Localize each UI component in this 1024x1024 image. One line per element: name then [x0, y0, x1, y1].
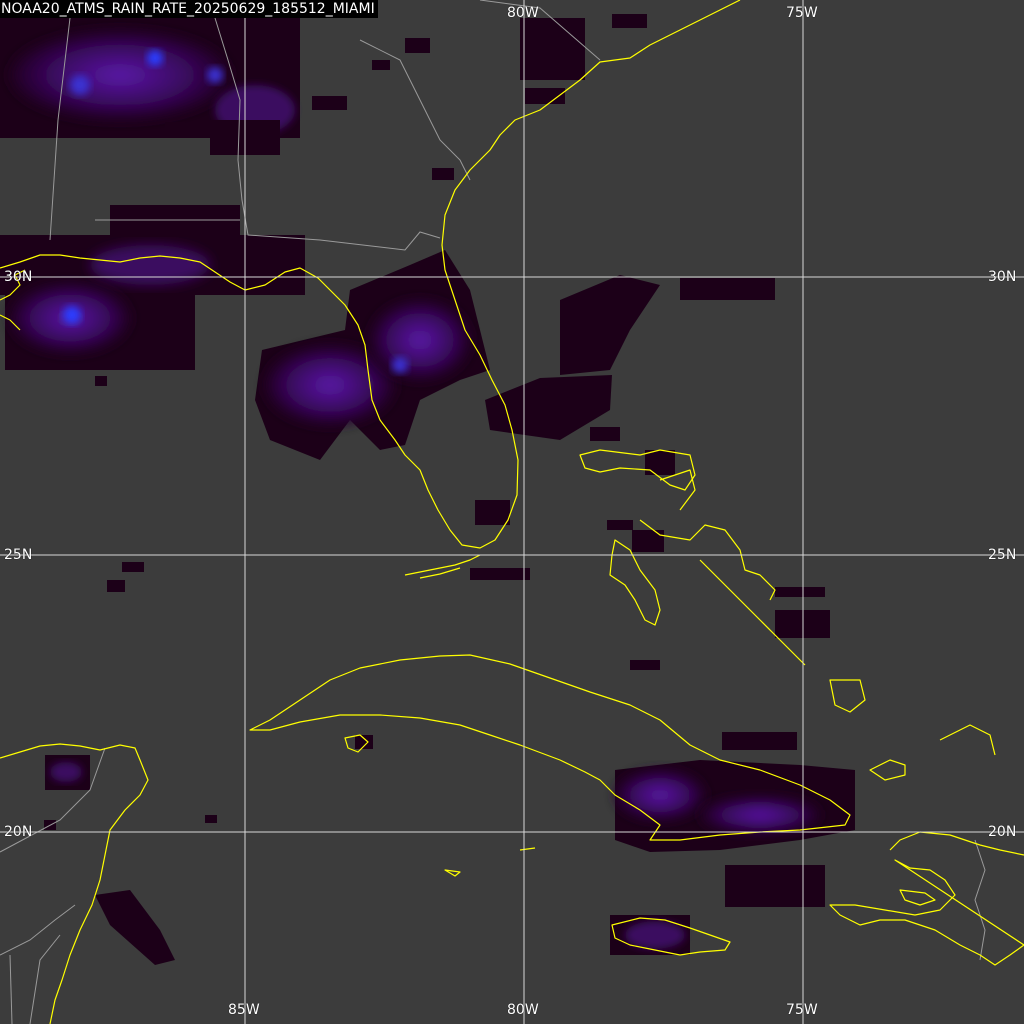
map-background	[0, 0, 1024, 1024]
lat-label-right-30n: 30N	[988, 269, 1017, 285]
lat-label-left-20n: 20N	[4, 824, 33, 840]
rain-rate-map	[0, 0, 1024, 1024]
lat-label-left-25n: 25N	[4, 547, 33, 563]
lat-label-right-25n: 25N	[988, 547, 1017, 563]
lon-label-top-75w: 75W	[786, 5, 818, 21]
lat-label-left-30n: 30N	[4, 269, 33, 285]
lon-label-bottom-75w: 75W	[786, 1002, 818, 1018]
lat-label-right-20n: 20N	[988, 824, 1017, 840]
lon-label-bottom-80w: 80W	[507, 1002, 539, 1018]
product-title: NOAA20_ATMS_RAIN_RATE_20250629_185512_MI…	[0, 0, 378, 18]
lon-label-bottom-85w: 85W	[228, 1002, 260, 1018]
lon-label-top-80w: 80W	[507, 5, 539, 21]
